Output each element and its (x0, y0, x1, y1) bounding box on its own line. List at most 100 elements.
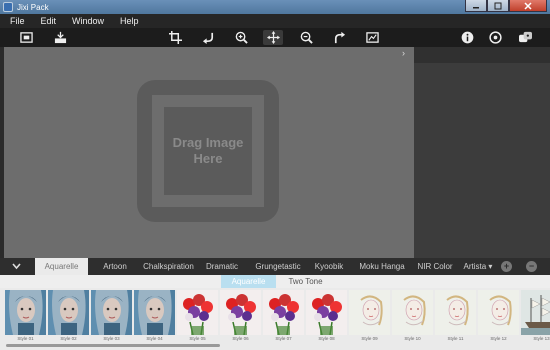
remove-style-button[interactable]: − (526, 261, 537, 272)
tab-aquarelle[interactable]: Aquarelle (35, 258, 88, 275)
menu-file[interactable]: File (10, 16, 25, 26)
style-thumbnail[interactable]: Style 05 (177, 290, 218, 343)
tab-grungetastic[interactable]: Grungetastic (249, 258, 307, 275)
style-thumbnail-label: Style 09 (361, 336, 378, 341)
fit-image-icon (19, 32, 33, 43)
maximize-icon (494, 2, 502, 9)
undo-button[interactable] (200, 30, 216, 45)
style-thumbnail-image (48, 290, 89, 335)
style-thumbnail[interactable]: Style 11 (435, 290, 476, 343)
menu-bar: File Edit Window Help (0, 14, 550, 28)
settings-icon (488, 31, 502, 44)
tab-moku-hanga[interactable]: Moku Hanga (357, 258, 407, 275)
style-thumbnail[interactable]: Style 02 (48, 290, 89, 343)
close-icon (524, 1, 532, 10)
style-thumbnail[interactable]: Style 13 (521, 290, 550, 343)
style-thumbnail-label: Style 08 (318, 336, 335, 341)
collapse-styles-button[interactable] (4, 259, 28, 274)
chevron-down-icon (11, 263, 21, 270)
style-thumbnail-label: Style 03 (103, 336, 120, 341)
style-thumbnail-label: Style 05 (189, 336, 206, 341)
style-thumbnail-label: Style 02 (60, 336, 77, 341)
zoom-in-icon (235, 31, 248, 44)
minimize-button[interactable] (465, 0, 487, 12)
crop-icon (168, 31, 182, 44)
menu-help[interactable]: Help (120, 16, 139, 26)
compare-icon (365, 32, 379, 43)
settings-button[interactable] (487, 30, 503, 45)
style-thumbnail[interactable]: Style 04 (134, 290, 175, 343)
style-thumbnail-image (478, 290, 519, 335)
style-thumbnail-image (521, 290, 550, 335)
sub-tab-bar: Aquarelle Two Tone (0, 275, 550, 288)
style-thumbnail[interactable]: Style 09 (349, 290, 390, 343)
style-thumbnail-label: Style 12 (490, 336, 507, 341)
tab-dramatic[interactable]: Dramatic (202, 258, 242, 275)
pan-move-button[interactable] (263, 30, 283, 45)
style-thumbnail-label: Style 13 (533, 336, 550, 341)
style-thumbnail-label: Style 01 (17, 336, 34, 341)
tab-artista[interactable]: Artista ▾ (462, 258, 494, 275)
share-button[interactable] (517, 30, 533, 45)
style-thumbnail[interactable]: Style 01 (5, 290, 46, 343)
undo-icon (202, 32, 213, 44)
style-thumbnail-strip: Style 01 Style 02 Style 03 Style 04 Style 05… (0, 288, 550, 350)
title-bar: Jixi Pack (0, 0, 550, 14)
tab-artoon[interactable]: Artoon (95, 258, 135, 275)
info-button[interactable] (459, 30, 475, 45)
pan-move-icon (266, 31, 280, 44)
style-thumbnail[interactable]: Style 07 (263, 290, 304, 343)
zoom-in-button[interactable] (233, 30, 249, 45)
crop-button[interactable] (167, 30, 183, 45)
style-thumbnail-label: Style 11 (447, 336, 464, 341)
style-thumbnail[interactable]: Style 10 (392, 290, 433, 343)
open-image-icon (54, 31, 66, 44)
style-thumbnail-label: Style 10 (404, 336, 421, 341)
zoom-out-button[interactable] (298, 30, 314, 45)
app-icon (3, 2, 13, 12)
share-icon (518, 31, 532, 43)
style-thumbnail-label: Style 07 (275, 336, 292, 341)
maximize-button[interactable] (487, 0, 509, 12)
open-image-button[interactable] (52, 30, 68, 45)
add-style-button[interactable]: + (501, 261, 512, 272)
style-thumbnail[interactable]: Style 03 (91, 290, 132, 343)
style-thumbnail[interactable]: Style 08 (306, 290, 347, 343)
subtab-two-tone[interactable]: Two Tone (283, 275, 328, 288)
style-thumbnail[interactable]: Style 06 (220, 290, 261, 343)
menu-window[interactable]: Window (72, 16, 104, 26)
compare-button[interactable] (364, 30, 380, 45)
subtab-aquarelle[interactable]: Aquarelle (221, 275, 276, 288)
tab-chalkspiration[interactable]: Chalkspiration (141, 258, 196, 275)
redo-button[interactable] (331, 30, 347, 45)
side-panel-header (414, 47, 550, 63)
thumbnail-scrollbar[interactable] (6, 344, 220, 347)
minimize-icon (473, 6, 479, 8)
window-controls (465, 0, 547, 12)
style-thumbnail-label: Style 06 (232, 336, 249, 341)
tab-nir-color[interactable]: NIR Color (416, 258, 454, 275)
panel-toggle-icon[interactable]: › (402, 48, 412, 58)
style-thumbnail-image (306, 290, 347, 335)
style-thumbnail[interactable]: Style 12 (478, 290, 519, 343)
tab-kyoobik[interactable]: Kyoobik (312, 258, 346, 275)
zoom-out-icon (300, 31, 313, 44)
drop-zone-text: Drag Image Here (137, 135, 279, 167)
style-thumbnail-image (349, 290, 390, 335)
style-thumbnail-image (134, 290, 175, 335)
fit-image-button[interactable] (18, 30, 34, 45)
redo-icon (334, 31, 345, 44)
side-panel (414, 47, 550, 258)
style-thumbnail-image (263, 290, 304, 335)
close-button[interactable] (509, 0, 547, 12)
window-title: Jixi Pack (17, 2, 49, 12)
style-thumbnail-image (392, 290, 433, 335)
menu-edit[interactable]: Edit (41, 16, 57, 26)
style-thumbnail-image (5, 290, 46, 335)
style-thumbnail-label: Style 04 (146, 336, 163, 341)
drop-zone[interactable]: Drag Image Here (137, 80, 279, 222)
info-icon (461, 31, 473, 44)
style-tab-bar: Aquarelle Artoon Chalkspiration Dramatic… (0, 258, 550, 275)
drop-text-line2: Here (193, 151, 223, 166)
style-thumbnail-image (177, 290, 218, 335)
